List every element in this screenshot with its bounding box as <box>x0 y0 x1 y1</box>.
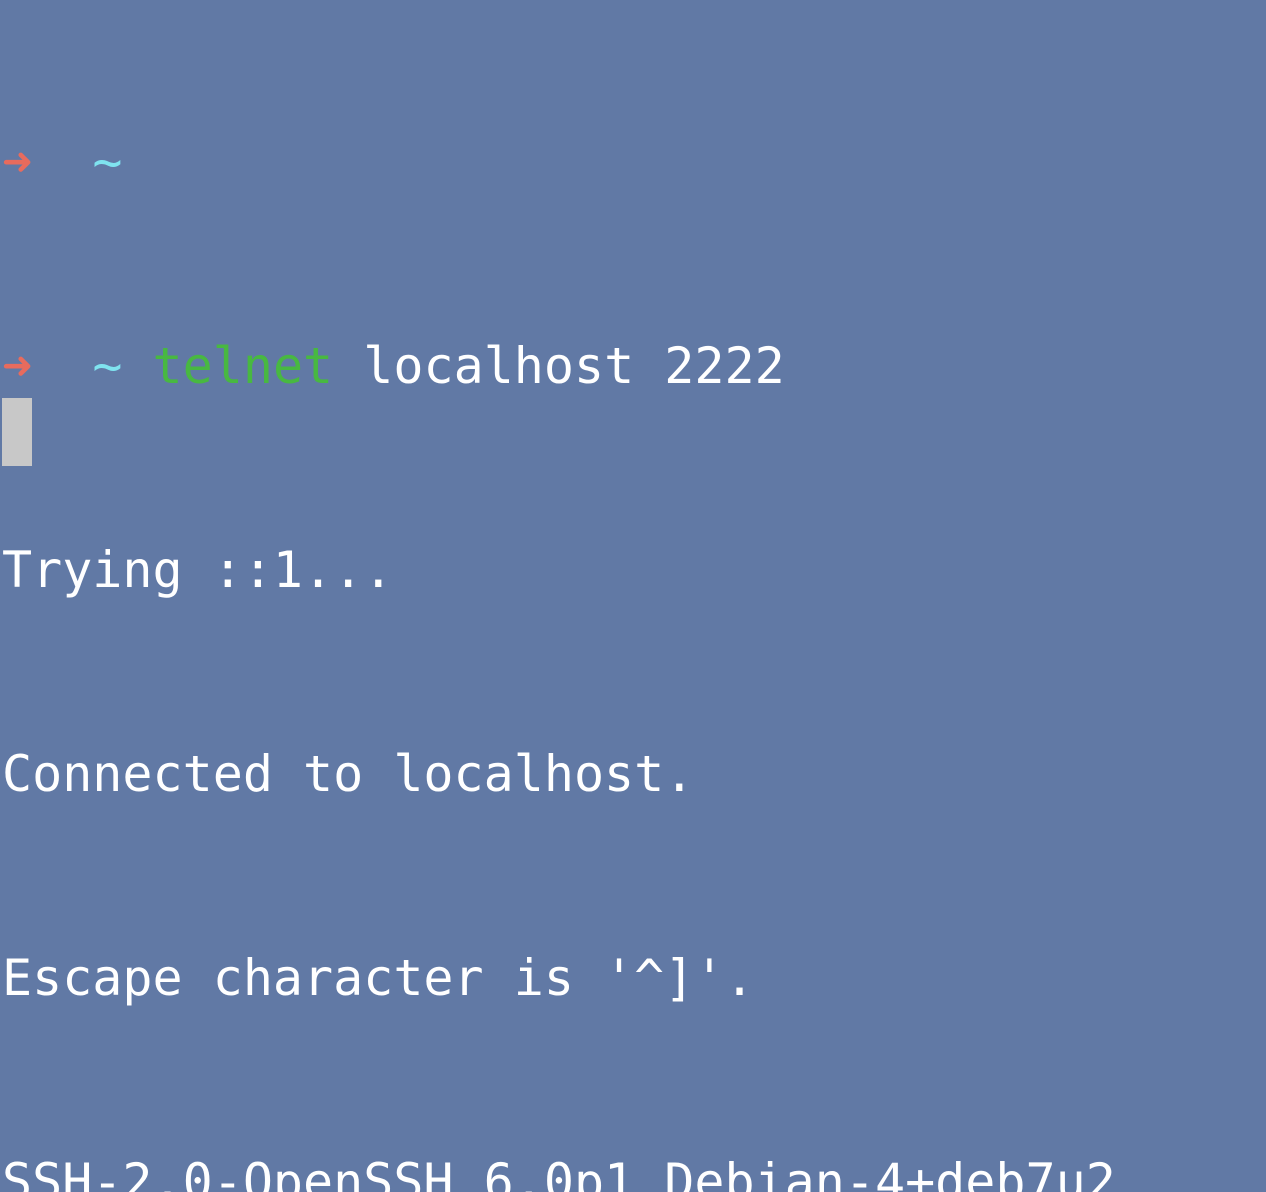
prompt-line-1: ➜ ~ <box>0 128 1266 196</box>
output-line: Trying ::1... <box>2 541 394 599</box>
prompt-arrow-icon: ➜ <box>2 133 33 191</box>
command-args: localhost 2222 <box>363 337 785 395</box>
prompt-dir: ~ <box>92 133 123 191</box>
prompt-dir: ~ <box>92 337 123 395</box>
output-line: SSH-2.0-OpenSSH_6.0p1 Debian-4+deb7u2 <box>2 1153 1116 1192</box>
output-line: Escape character is '^]'. <box>2 949 755 1007</box>
command-name: telnet <box>152 337 334 395</box>
output-line: Connected to localhost. <box>2 745 695 803</box>
prompt-arrow-icon: ➜ <box>2 337 33 395</box>
prompt-line-2: ➜ ~ telnet localhost 2222 <box>0 332 1266 400</box>
terminal-window[interactable]: ➜ ~ ➜ ~ telnet localhost 2222 Trying ::1… <box>0 0 1266 1192</box>
terminal-cursor[interactable] <box>2 398 32 466</box>
